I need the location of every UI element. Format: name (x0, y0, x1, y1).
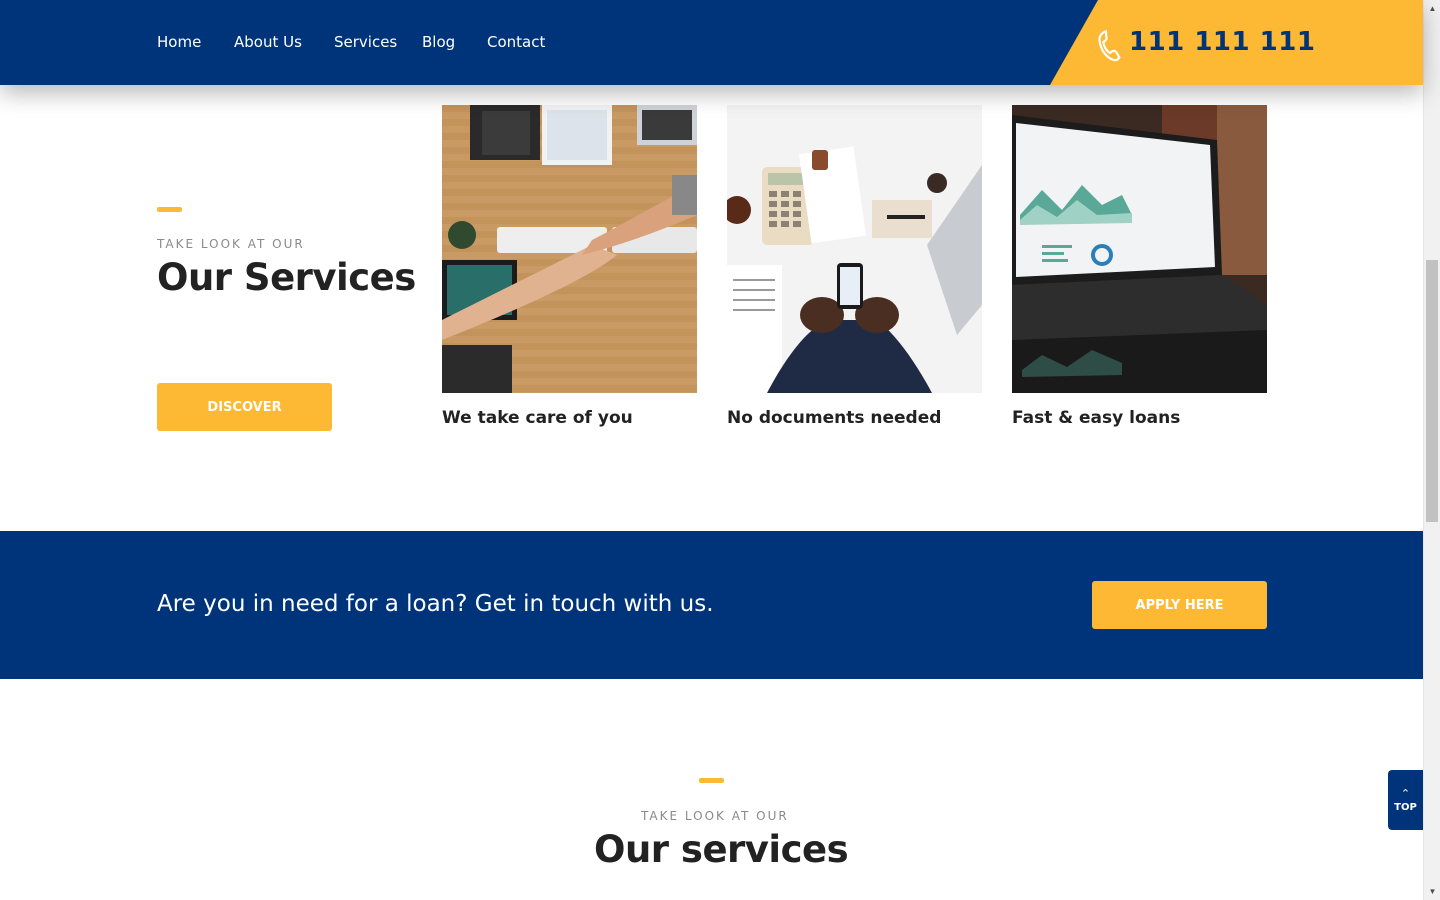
service-image-calculator[interactable] (727, 105, 982, 393)
service-image-handshake[interactable] (442, 105, 697, 393)
back-to-top-button[interactable]: ⌃ TOP (1388, 770, 1423, 830)
section-title: Our Services (157, 256, 416, 299)
section-accent-bar (157, 207, 182, 212)
section-accent-bar (699, 778, 724, 783)
service-image-laptop[interactable] (1012, 105, 1267, 393)
chevron-up-icon: ⌃ (1400, 787, 1411, 800)
nav-about-us[interactable]: About Us (234, 33, 302, 51)
page-scrollbar[interactable]: ▲ ▼ (1423, 0, 1440, 900)
section-eyebrow: TAKE LOOK AT OUR (157, 237, 305, 251)
section-eyebrow: TAKE LOOK AT OUR (641, 809, 789, 823)
phone-number[interactable]: 111 111 111 (1129, 27, 1315, 57)
scroll-down-arrow-icon[interactable]: ▼ (1424, 883, 1440, 900)
discover-button[interactable]: DISCOVER (157, 383, 332, 431)
phone-icon (1098, 29, 1121, 62)
nav-contact[interactable]: Contact (487, 33, 545, 51)
service-card-title[interactable]: We take care of you (442, 408, 633, 428)
site-header: Home About Us Services Blog Contact 111 … (0, 0, 1423, 85)
service-card-title[interactable]: No documents needed (727, 408, 941, 428)
service-card-title[interactable]: Fast & easy loans (1012, 408, 1180, 428)
apply-here-button[interactable]: APPLY HERE (1092, 581, 1267, 629)
nav-home[interactable]: Home (157, 33, 201, 51)
section-title: Our services (594, 828, 849, 871)
nav-blog[interactable]: Blog (422, 33, 455, 51)
cta-text: Are you in need for a loan? Get in touch… (157, 591, 714, 617)
scroll-up-arrow-icon[interactable]: ▲ (1424, 0, 1440, 17)
scrollbar-thumb[interactable] (1426, 260, 1438, 522)
nav-services[interactable]: Services (334, 33, 397, 51)
